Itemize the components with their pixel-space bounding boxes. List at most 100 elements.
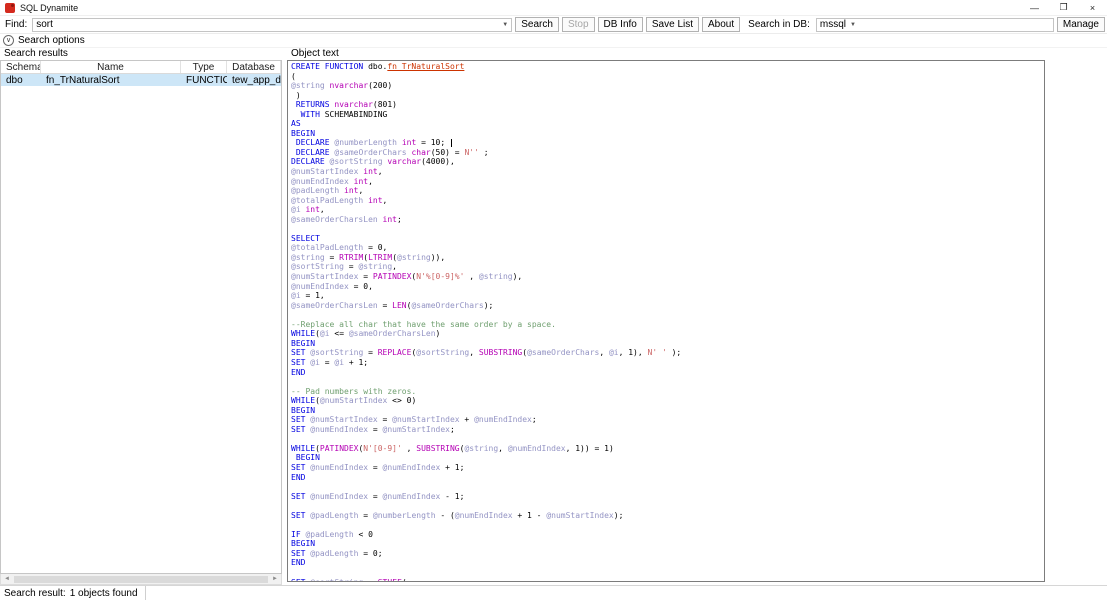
- code-line: [291, 568, 1044, 578]
- column-header-database[interactable]: Database: [227, 61, 281, 73]
- code-line: BEGIN: [291, 453, 1044, 463]
- code-line: @sameOrderCharsLen int;: [291, 215, 1044, 225]
- code-line: -- Pad numbers with zeros.: [291, 387, 1044, 397]
- window-title: SQL Dynamite: [20, 3, 78, 13]
- code-line: BEGIN: [291, 129, 1044, 139]
- object-text-panel: Object text CREATE FUNCTION dbo.fn_TrNat…: [282, 48, 1045, 585]
- code-line: @totalPadLength = 0,: [291, 243, 1044, 253]
- code-line: @string nvarchar(200): [291, 81, 1044, 91]
- code-line: @numEndIndex = 0,: [291, 282, 1044, 292]
- code-line: AS: [291, 119, 1044, 129]
- results-grid-header: Schema Name Type Database: [1, 61, 281, 74]
- code-line: END: [291, 473, 1044, 483]
- code-line: DECLARE @numberLength int = 10;: [291, 138, 1044, 148]
- cell-database: tew_app_dat: [227, 75, 281, 86]
- results-rows: dbofn_TrNaturalSortFUNCTIONtew_app_dat: [1, 74, 281, 573]
- object-text-code[interactable]: CREATE FUNCTION dbo.fn_TrNaturalSort(@st…: [287, 60, 1045, 582]
- code-line: WHILE(@i <= @sameOrderCharsLen): [291, 329, 1044, 339]
- search-button[interactable]: Search: [515, 17, 559, 32]
- scroll-right-icon[interactable]: ►: [269, 576, 281, 582]
- code-line: @numEndIndex int,: [291, 177, 1044, 187]
- scrollbar-thumb[interactable]: [14, 576, 268, 583]
- status-label: Search result:: [4, 588, 66, 599]
- code-line: WHILE(PATINDEX(N'[0-9]' , SUBSTRING(@str…: [291, 444, 1044, 454]
- code-line: CREATE FUNCTION dbo.fn_TrNaturalSort: [291, 62, 1044, 72]
- code-line: SET @sortString = STUFF(: [291, 578, 1044, 582]
- results-panel: Search results Schema Name Type Database…: [0, 48, 282, 585]
- code-line: BEGIN: [291, 406, 1044, 416]
- code-line: SET @padLength = 0;: [291, 549, 1044, 559]
- maximize-button[interactable]: ❐: [1049, 0, 1078, 16]
- find-combobox[interactable]: ▼: [32, 18, 512, 32]
- find-input[interactable]: [36, 19, 498, 30]
- about-button[interactable]: About: [702, 17, 740, 32]
- column-header-type[interactable]: Type: [181, 61, 227, 73]
- cell-type: FUNCTION: [181, 75, 227, 86]
- code-line: @numStartIndex int,: [291, 167, 1044, 177]
- code-line: IF @padLength < 0: [291, 530, 1044, 540]
- search-options-label: Search options: [18, 35, 85, 46]
- code-line: DECLARE @sameOrderChars char(50) = N'' ;: [291, 148, 1044, 158]
- code-line: --Replace all char that have the same or…: [291, 320, 1044, 330]
- code-line: SET @i = @i + 1;: [291, 358, 1044, 368]
- code-line: SET @numStartIndex = @numStartIndex + @n…: [291, 415, 1044, 425]
- search-results-label: Search results: [0, 48, 282, 60]
- search-options-expander[interactable]: ∨: [3, 35, 14, 46]
- code-line: WITH SCHEMABINDING: [291, 110, 1044, 120]
- results-grid: Schema Name Type Database dbofn_TrNatura…: [0, 60, 282, 574]
- chevron-down-icon[interactable]: ▼: [502, 22, 508, 28]
- code-line: [291, 224, 1044, 234]
- chevron-down-icon: ∨: [6, 37, 11, 44]
- save-list-button[interactable]: Save List: [646, 17, 699, 32]
- result-row[interactable]: dbofn_TrNaturalSortFUNCTIONtew_app_dat: [1, 74, 281, 86]
- cell-name: fn_TrNaturalSort: [41, 75, 181, 86]
- scroll-left-icon[interactable]: ◄: [1, 576, 13, 582]
- code-line: @i int,: [291, 205, 1044, 215]
- code-line: @i = 1,: [291, 291, 1044, 301]
- search-options-bar: ∨ Search options: [0, 34, 1107, 48]
- code-line: ): [291, 91, 1044, 101]
- code-line: DECLARE @sortString varchar(4000),: [291, 157, 1044, 167]
- title-bar: SQL Dynamite — ❐ ×: [0, 0, 1107, 16]
- code-line: [291, 377, 1044, 387]
- minimize-button[interactable]: —: [1020, 0, 1049, 16]
- code-line: END: [291, 558, 1044, 568]
- code-line: END: [291, 368, 1044, 378]
- code-line: [291, 520, 1044, 530]
- code-line: @sameOrderCharsLen = LEN(@sameOrderChars…: [291, 301, 1044, 311]
- cell-schema: dbo: [1, 75, 41, 86]
- code-line: SET @numEndIndex = @numEndIndex - 1;: [291, 492, 1044, 502]
- code-line: SET @sortString = REPLACE(@sortString, S…: [291, 348, 1044, 358]
- code-line: SET @padLength = @numberLength - (@numEn…: [291, 511, 1044, 521]
- code-line: BEGIN: [291, 539, 1044, 549]
- stop-button[interactable]: Stop: [562, 17, 595, 32]
- code-line: [291, 434, 1044, 444]
- code-line: @totalPadLength int,: [291, 196, 1044, 206]
- code-line: SET @numEndIndex = @numStartIndex;: [291, 425, 1044, 435]
- horizontal-scrollbar[interactable]: ◄ ►: [0, 574, 282, 585]
- column-header-name[interactable]: Name: [41, 61, 181, 73]
- db-info-button[interactable]: DB Info: [598, 17, 643, 32]
- chevron-down-icon[interactable]: ▼: [850, 22, 856, 28]
- text-caret: [451, 139, 452, 147]
- status-bar: Search result: 1 objects found: [0, 585, 1107, 600]
- code-line: SET @numEndIndex = @numEndIndex + 1;: [291, 463, 1044, 473]
- code-line: SELECT: [291, 234, 1044, 244]
- manage-button[interactable]: Manage: [1057, 17, 1105, 32]
- code-line: [291, 310, 1044, 320]
- object-text-label: Object text: [287, 48, 1045, 60]
- find-toolbar: Find: ▼ Search Stop DB Info Save List Ab…: [0, 16, 1107, 34]
- column-header-schema[interactable]: Schema: [1, 61, 41, 73]
- database-combobox[interactable]: mssql ▼: [816, 18, 1054, 32]
- search-in-db-label: Search in DB:: [748, 19, 810, 30]
- code-line: @padLength int,: [291, 186, 1044, 196]
- status-panel: Search result: 1 objects found: [4, 586, 146, 600]
- close-button[interactable]: ×: [1078, 0, 1107, 16]
- code-line: @sortString = @string,: [291, 262, 1044, 272]
- code-line: (: [291, 72, 1044, 82]
- code-line: RETURNS nvarchar(801): [291, 100, 1044, 110]
- code-line: @string = RTRIM(LTRIM(@string)),: [291, 253, 1044, 263]
- code-line: [291, 501, 1044, 511]
- database-value: mssql: [820, 19, 846, 30]
- window-controls: — ❐ ×: [1020, 0, 1107, 16]
